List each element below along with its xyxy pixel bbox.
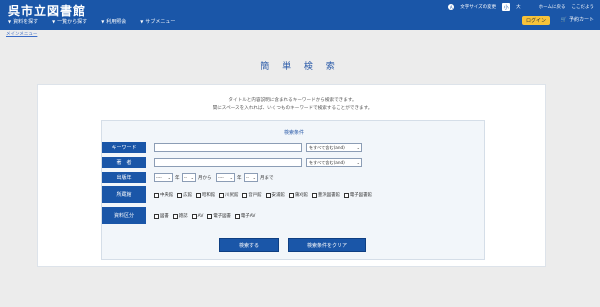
checkbox[interactable]: [242, 192, 248, 198]
month-to-label: 月まで: [260, 176, 274, 181]
home-link[interactable]: ホームに戻る: [539, 4, 566, 10]
login-button[interactable]: ログイン: [521, 16, 550, 25]
main-nav: ▼ 資料を探す ▼ 一覧から探す ▼ 利用照会 ▼ サブメニュー: [8, 18, 175, 25]
library-option-ondo[interactable]: 音戸館: [242, 192, 262, 198]
caret-down-icon: ▼: [140, 19, 144, 24]
keyword-label: キーワード: [102, 142, 146, 153]
chevron-down-icon: ⌄: [190, 175, 194, 180]
checkbox[interactable]: [154, 213, 159, 219]
keyword-row: キーワード をすべて含む(and) ⌄: [102, 142, 362, 153]
month-from-label: 月から: [198, 176, 212, 181]
library-option-digital[interactable]: 電子図書館: [343, 192, 372, 198]
cart-link[interactable]: 🛒 予約カート: [560, 16, 594, 24]
search-conditions-panel: 検索条件 キーワード をすべて含む(and) ⌄ 著 者 をすべて含む(and) ⌄…: [101, 120, 485, 260]
caret-down-icon: ▼: [101, 19, 105, 24]
checkbox[interactable]: [172, 213, 178, 219]
author-row: 著 者 をすべて含む(and) ⌄: [102, 157, 362, 168]
font-size-label: 文字サイズの変更: [460, 5, 497, 10]
chevron-down-icon: ⌄: [356, 145, 360, 150]
material-option-books[interactable]: 図書: [154, 213, 169, 219]
keyword-input[interactable]: [154, 143, 302, 152]
checkbox[interactable]: [219, 192, 225, 198]
checkbox[interactable]: [343, 192, 349, 198]
library-checkboxes: 中央館 広館 昭和館 川尻館 音戸館 安浦館 蒲刈館 豊浜図書館 電子図書館: [154, 192, 372, 198]
help-link[interactable]: ここだよう: [572, 4, 595, 10]
chevron-down-icon: ⌄: [167, 175, 171, 180]
author-label: 著 者: [102, 157, 146, 168]
from-year-select[interactable]: ---- ⌄: [154, 173, 173, 182]
chevron-down-icon: ⌄: [356, 160, 360, 165]
site-header: 呉市立図書館 ▼ 資料を探す ▼ 一覧から探す ▼ 利用照会 ▼ サブメニュー A 文字…: [0, 0, 600, 30]
checkbox[interactable]: [311, 192, 317, 198]
chevron-down-icon: ⌄: [252, 175, 256, 180]
to-month-select[interactable]: -- ⌄: [244, 173, 258, 182]
library-row: 所蔵館 中央館 広館 昭和館 川尻館 音戸館 安浦館 蒲刈館 豊浜図書館 電子図…: [102, 186, 486, 203]
library-option-showa[interactable]: 昭和館: [195, 192, 215, 198]
intro-line-1: タイトルと内容説明に含まれるキーワードから検索できます。: [228, 98, 357, 103]
page-title: 簡 単 検 索: [260, 62, 340, 72]
to-year-select[interactable]: ---- ⌄: [216, 173, 235, 182]
conditions-title: 検索条件: [283, 130, 304, 136]
search-button[interactable]: 検索する: [219, 238, 279, 252]
breadcrumb-main-menu[interactable]: メインメニュー: [6, 31, 37, 37]
year-row: 出版年 ---- ⌄ 年 -- ⌄ 月から ---- ⌄ 年 -- ⌄ 月まで: [102, 172, 362, 183]
keyword-match-select[interactable]: をすべて含む(and) ⌄: [306, 143, 362, 152]
material-option-eav[interactable]: 電子AV: [234, 213, 255, 219]
library-option-hiro[interactable]: 広館: [177, 192, 192, 198]
font-size-large-button[interactable]: 大: [516, 4, 521, 10]
material-option-ebooks[interactable]: 電子図書: [207, 213, 231, 219]
author-input[interactable]: [154, 158, 302, 167]
material-option-av[interactable]: AV: [191, 213, 203, 219]
nav-search-materials[interactable]: ▼ 資料を探す: [8, 18, 38, 25]
year-label: 出版年: [102, 172, 146, 183]
author-match-select[interactable]: をすべて含む(and) ⌄: [306, 158, 362, 167]
library-option-kamagari[interactable]: 蒲刈館: [288, 192, 308, 198]
library-option-toyohama[interactable]: 豊浜図書館: [311, 192, 340, 198]
intro-line-2: 間にスペースを入れれば、いくつものキーワードで検索することができます。: [212, 106, 373, 111]
site-logo[interactable]: 呉市立図書館: [8, 2, 86, 19]
material-row: 資料区分 図書 雑誌 AV 電子図書 電子AV: [102, 207, 486, 224]
library-option-kawajiri[interactable]: 川尻館: [219, 192, 238, 198]
search-card: タイトルと内容説明に含まれるキーワードから検索できます。 間にスペースを入れれば…: [37, 84, 546, 267]
material-option-magazines[interactable]: 雑誌: [172, 213, 188, 219]
from-month-select[interactable]: -- ⌄: [182, 173, 196, 182]
checkbox[interactable]: [177, 192, 183, 198]
nav-user-inquiry[interactable]: ▼ 利用照会: [101, 18, 126, 25]
checkbox[interactable]: [288, 192, 294, 198]
year-unit-label-2: 年: [237, 176, 242, 181]
caret-down-icon: ▼: [52, 19, 56, 24]
library-option-yasuura[interactable]: 安浦館: [265, 192, 285, 198]
font-size-small-button[interactable]: 小: [502, 3, 511, 11]
clear-conditions-button[interactable]: 検索条件をクリア: [288, 238, 366, 252]
cart-icon: 🛒: [560, 16, 567, 23]
checkbox[interactable]: [154, 192, 159, 198]
chevron-down-icon: ⌄: [229, 175, 233, 180]
utility-bar: A 文字サイズの変更 小 大 ホームに戻る ここだよう: [448, 3, 594, 11]
checkbox[interactable]: [265, 192, 271, 198]
library-option-chuo[interactable]: 中央館: [154, 192, 173, 198]
checkbox[interactable]: [191, 213, 197, 219]
nav-submenu[interactable]: ▼ サブメニュー: [140, 18, 175, 25]
caret-down-icon: ▼: [8, 19, 12, 24]
material-checkboxes: 図書 雑誌 AV 電子図書 電子AV: [154, 213, 255, 219]
nav-browse-lists[interactable]: ▼ 一覧から探す: [52, 18, 87, 25]
year-unit-label: 年: [175, 176, 180, 181]
material-label: 資料区分: [102, 207, 146, 224]
checkbox[interactable]: [195, 192, 201, 198]
library-label: 所蔵館: [102, 186, 146, 203]
checkbox[interactable]: [234, 213, 240, 219]
checkbox[interactable]: [207, 213, 213, 219]
font-size-icon: A: [448, 4, 455, 10]
